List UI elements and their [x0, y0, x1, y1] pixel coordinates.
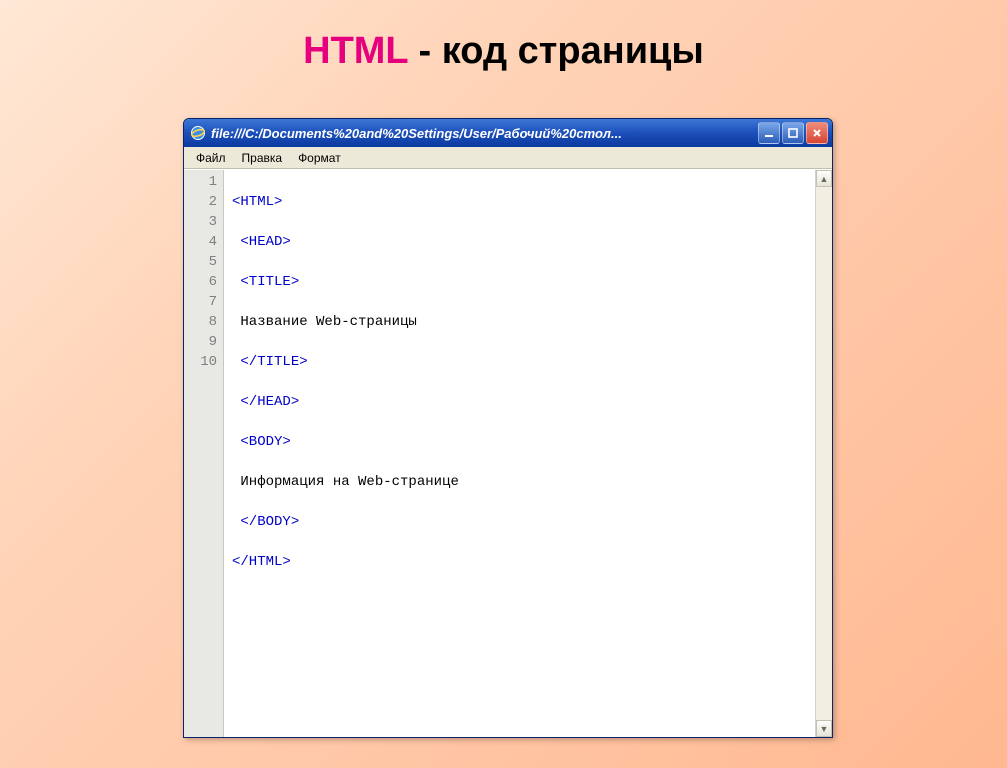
line-number: 4: [184, 232, 223, 252]
code-token: </HEAD>: [240, 394, 299, 410]
line-number: 9: [184, 332, 223, 352]
code-token: Информация на Web-странице: [240, 474, 458, 490]
ie-icon: [190, 125, 206, 141]
titlebar[interactable]: file:///C:/Documents%20and%20Settings/Us…: [184, 119, 832, 147]
line-number: 3: [184, 212, 223, 232]
code-area[interactable]: <HTML> <HEAD> <TITLE> Название Web-стран…: [224, 170, 815, 737]
slide-title: HTML - код страницы: [0, 0, 1007, 73]
code-token: Название Web-страницы: [240, 314, 416, 330]
editor-window: file:///C:/Documents%20and%20Settings/Us…: [183, 118, 833, 738]
line-number: 7: [184, 292, 223, 312]
line-number: 5: [184, 252, 223, 272]
maximize-button[interactable]: [782, 122, 804, 144]
menu-format[interactable]: Формат: [290, 149, 349, 167]
line-number: 2: [184, 192, 223, 212]
code-token: <BODY>: [240, 434, 290, 450]
scroll-down-button[interactable]: ▼: [816, 720, 832, 737]
code-token: </BODY>: [240, 514, 299, 530]
menubar: Файл Правка Формат: [184, 147, 832, 169]
code-token: <HTML>: [232, 194, 282, 210]
line-number: 8: [184, 312, 223, 332]
code-token: </TITLE>: [240, 354, 307, 370]
slide-title-rest: - код страницы: [408, 30, 704, 72]
menu-file[interactable]: Файл: [188, 149, 234, 167]
code-token: </HTML>: [232, 554, 291, 570]
minimize-button[interactable]: [758, 122, 780, 144]
line-number: 1: [184, 172, 223, 192]
window-title: file:///C:/Documents%20and%20Settings/Us…: [211, 126, 758, 141]
client-area: 1 2 3 4 5 6 7 8 9 10 <HTML> <HEAD> <TITL…: [184, 169, 832, 737]
line-number: 6: [184, 272, 223, 292]
window-controls: [758, 122, 828, 144]
code-token: <TITLE>: [240, 274, 299, 290]
line-number-gutter: 1 2 3 4 5 6 7 8 9 10: [184, 170, 224, 737]
menu-edit[interactable]: Правка: [234, 149, 291, 167]
vertical-scrollbar[interactable]: ▲ ▼: [815, 170, 832, 737]
slide-title-accent: HTML: [303, 30, 408, 72]
line-number: 10: [184, 352, 223, 372]
close-button[interactable]: [806, 122, 828, 144]
scroll-up-button[interactable]: ▲: [816, 170, 832, 187]
code-token: <HEAD>: [240, 234, 290, 250]
